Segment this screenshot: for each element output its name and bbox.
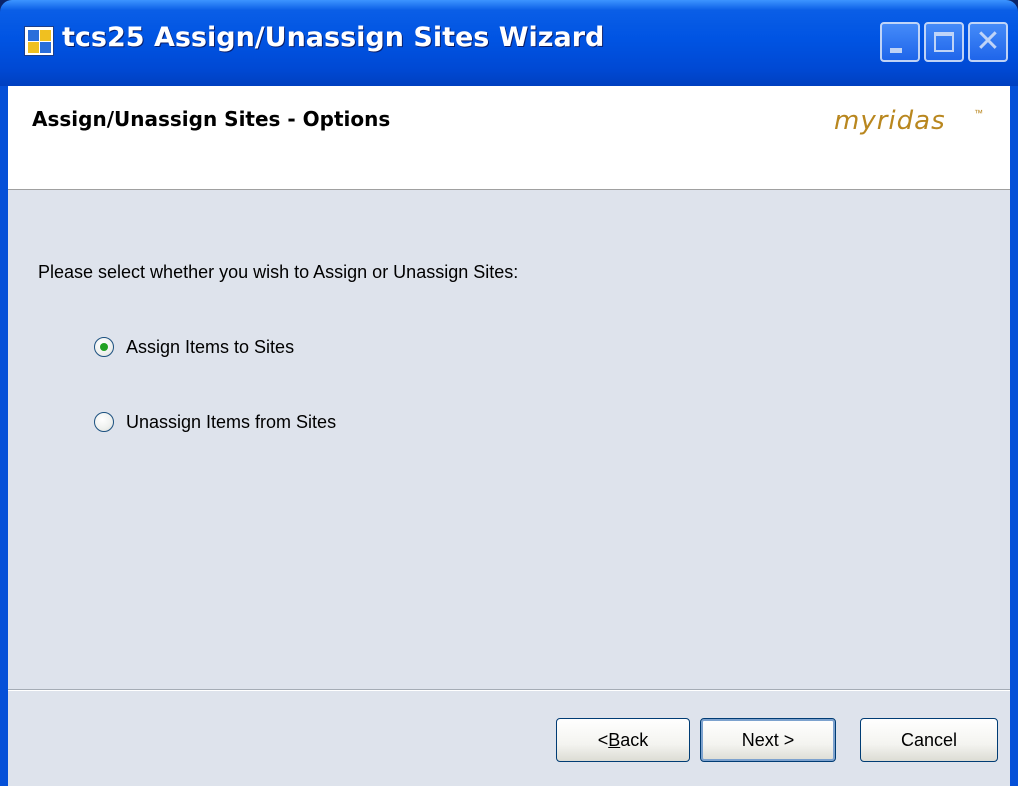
wizard-window: tcs25 Assign/Unassign Sites Wizard ✕ Ass…	[0, 0, 1018, 786]
back-button-prefix: <	[597, 729, 609, 750]
window-frame-left	[0, 86, 8, 786]
assign-option[interactable]: Assign Items to Sites	[94, 332, 294, 362]
unassign-option[interactable]: Unassign Items from Sites	[94, 407, 336, 437]
footer-separator	[8, 689, 1010, 691]
close-icon: ✕	[975, 24, 1001, 59]
close-button[interactable]: ✕	[968, 22, 1008, 62]
unassign-option-label[interactable]: Unassign Items from Sites	[126, 412, 336, 433]
unassign-radio[interactable]	[94, 412, 114, 432]
maximize-button[interactable]	[924, 22, 964, 62]
back-button-rest: ack	[620, 729, 649, 750]
cancel-button[interactable]: Cancel	[860, 718, 998, 762]
back-button[interactable]: < Back	[556, 718, 690, 762]
back-button-accelerator: B	[608, 729, 621, 750]
assign-option-label[interactable]: Assign Items to Sites	[126, 337, 294, 358]
minimize-icon	[890, 48, 902, 53]
minimize-button[interactable]	[880, 22, 920, 62]
instruction-text: Please select whether you wish to Assign…	[38, 262, 519, 282]
next-button[interactable]: Next >	[700, 718, 836, 762]
brand-logo: myridas	[834, 106, 946, 136]
wizard-body: Please select whether you wish to Assign…	[8, 190, 1010, 786]
page-title: Assign/Unassign Sites - Options	[32, 107, 391, 131]
assign-radio[interactable]	[94, 337, 114, 357]
brand-trademark: ™	[974, 108, 983, 118]
window-frame-right	[1010, 86, 1018, 786]
window-title: tcs25 Assign/Unassign Sites Wizard	[62, 22, 605, 53]
wizard-header: Assign/Unassign Sites - Options myridas …	[8, 86, 1010, 190]
wizard-app-icon[interactable]	[24, 26, 54, 56]
maximize-icon	[934, 32, 954, 52]
title-bar[interactable]: tcs25 Assign/Unassign Sites Wizard ✕	[0, 0, 1018, 86]
